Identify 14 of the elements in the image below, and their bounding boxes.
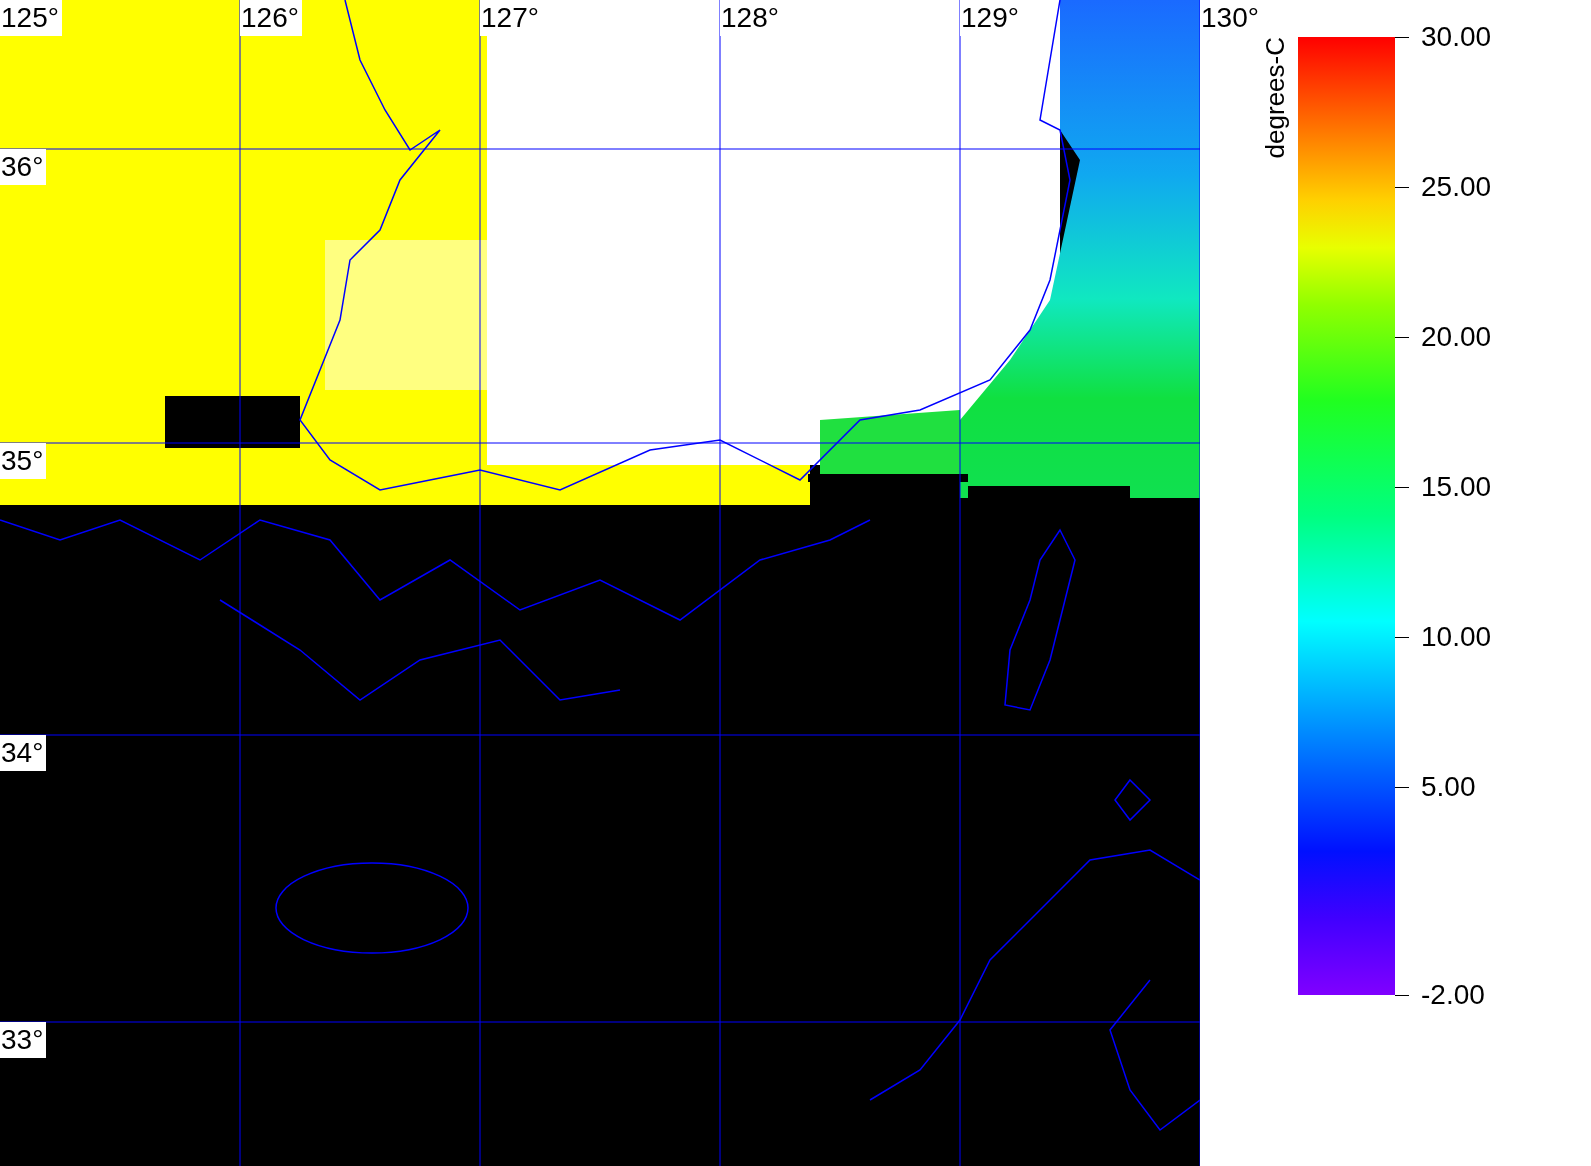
colorbar-tick-label: 10.00 [1421, 621, 1492, 653]
longitude-label: 125° [0, 0, 62, 36]
colorbar-tick-label: 25.00 [1421, 171, 1492, 203]
colorbar-tick-label: 20.00 [1421, 321, 1492, 353]
colorbar-tick-label: -2.00 [1421, 979, 1485, 1011]
latitude-label: 33° [0, 1022, 47, 1058]
colorbar-tick-label: 15.00 [1421, 471, 1492, 503]
latitude-label: 34° [0, 735, 47, 771]
colorbar-tick-label: 5.00 [1421, 771, 1476, 803]
colorbar-tick-label: 30.00 [1421, 21, 1492, 53]
longitude-label: 126° [240, 0, 302, 36]
colorbar-title: degrees-C [1260, 37, 1290, 159]
latitude-label: 36° [0, 149, 47, 185]
latitude-label: 35° [0, 443, 47, 479]
